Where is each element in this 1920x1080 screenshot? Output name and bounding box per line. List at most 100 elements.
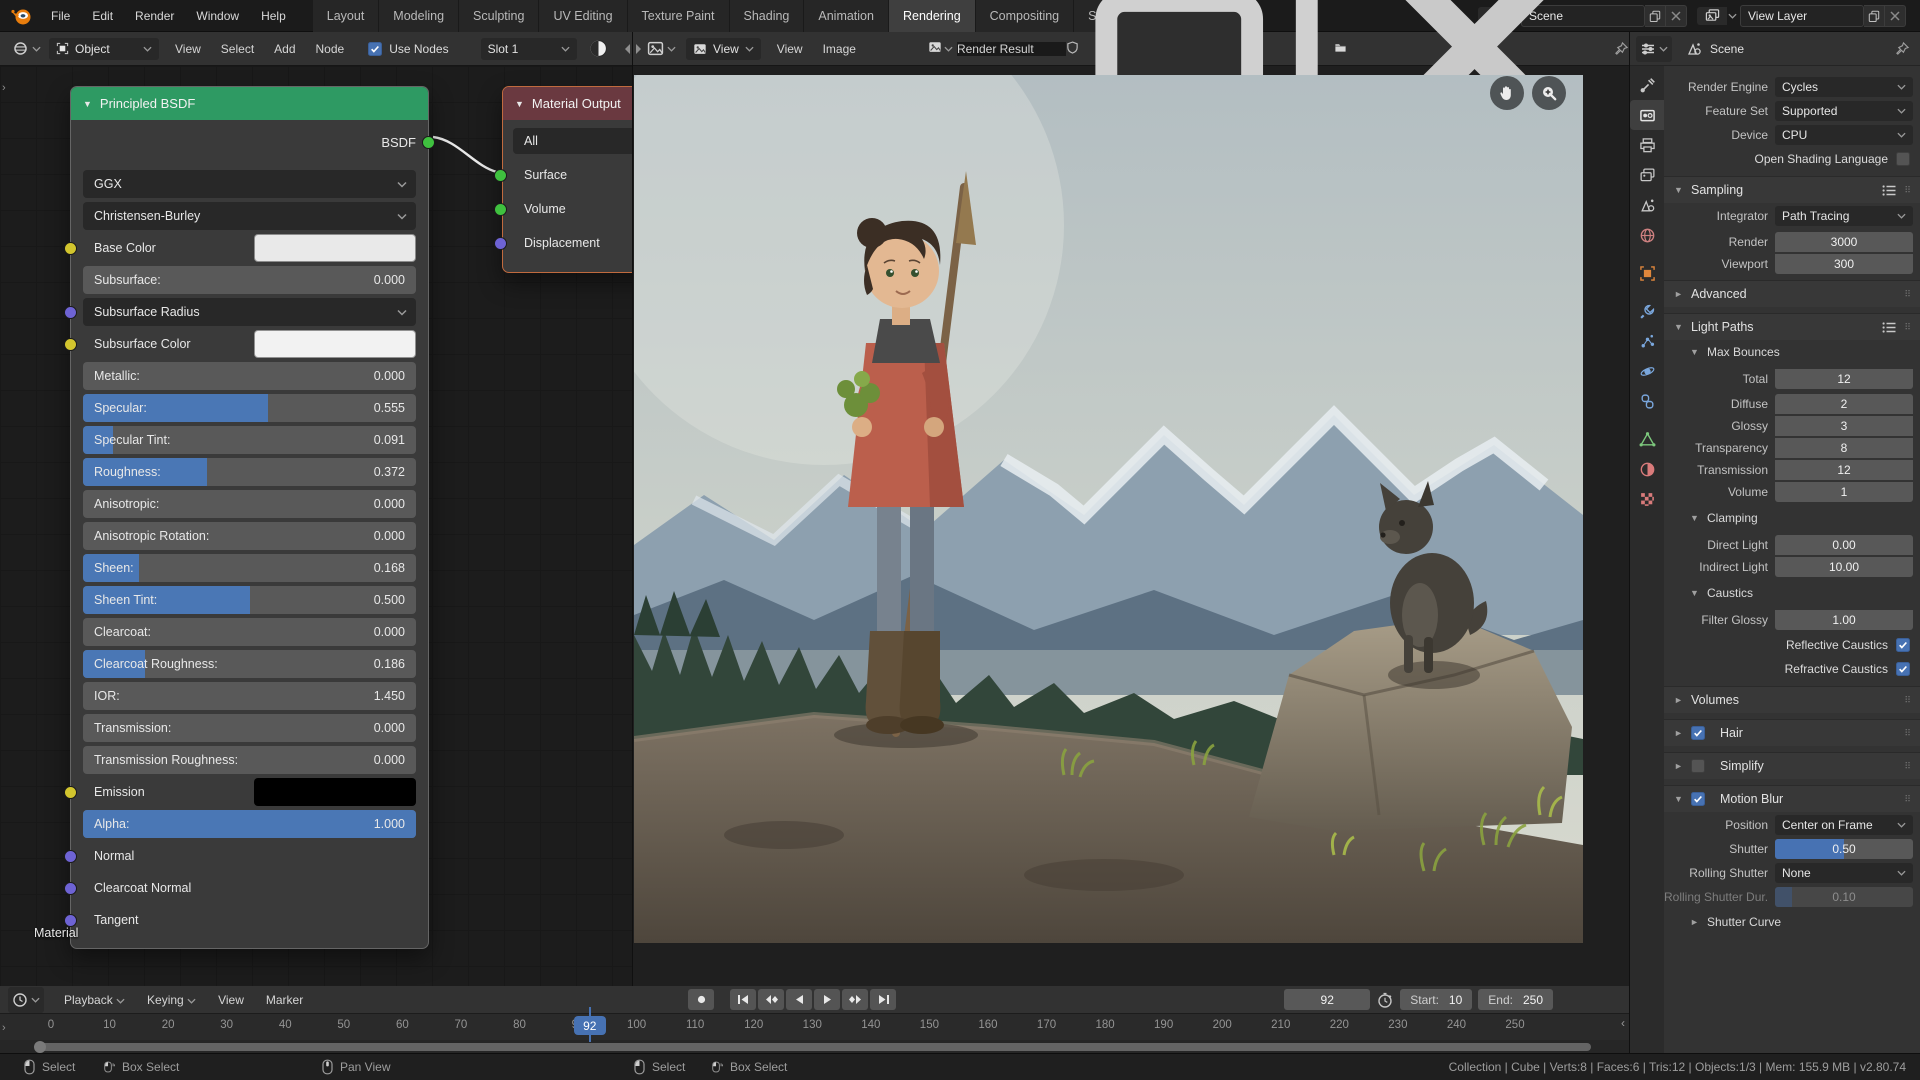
input-socket[interactable]: [64, 882, 77, 895]
properties-tab-material[interactable]: [1630, 454, 1664, 484]
properties-tab-object-data[interactable]: [1630, 424, 1664, 454]
properties-tab-modifiers[interactable]: [1630, 296, 1664, 326]
subpanel-caustics[interactable]: ▼Caustics: [1664, 581, 1920, 605]
node-input-anisotropic-rotation[interactable]: Anisotropic Rotation:0.000: [83, 522, 416, 550]
play-button[interactable]: [814, 989, 840, 1010]
prop-dropdown[interactable]: Path Tracing: [1775, 206, 1913, 226]
output-input-surface[interactable]: Surface: [513, 162, 632, 188]
drag-dots-icon[interactable]: ⠿: [1904, 761, 1912, 772]
node-input-normal[interactable]: Normal: [83, 842, 416, 870]
input-socket[interactable]: [64, 338, 77, 351]
topbar-menu-window[interactable]: Window: [187, 6, 248, 26]
panel-light-paths[interactable]: ▼Light Paths⠿: [1664, 313, 1920, 340]
auto-keying-clock-icon[interactable]: [1376, 991, 1394, 1009]
drag-dots-icon[interactable]: ⠿: [1904, 289, 1912, 300]
remove-view-layer-button[interactable]: [1885, 5, 1906, 27]
prop-checkbox[interactable]: [1896, 662, 1910, 676]
blender-logo-icon[interactable]: [10, 6, 34, 26]
subpanel-clamping[interactable]: ▼Clamping: [1664, 506, 1920, 530]
drag-dots-icon[interactable]: ⠿: [1904, 794, 1912, 805]
node-input-emission[interactable]: Emission: [83, 778, 416, 806]
view-layer-icon[interactable]: [1697, 7, 1727, 25]
properties-tab-view-layer[interactable]: [1630, 160, 1664, 190]
node-input-christensen-burley[interactable]: Christensen-Burley: [83, 202, 416, 230]
node-input-metallic[interactable]: Metallic:0.000: [83, 362, 416, 390]
triangle-down-icon[interactable]: ▼: [1674, 794, 1684, 804]
properties-tab-output[interactable]: [1630, 130, 1664, 160]
properties-tab-tool[interactable]: [1630, 70, 1664, 100]
triangle-right-icon[interactable]: ►: [1674, 289, 1684, 299]
panel-checkbox[interactable]: [1691, 759, 1705, 773]
area-split-widget[interactable]: [622, 42, 644, 56]
shader-menu-add[interactable]: Add: [264, 39, 305, 59]
drag-dots-icon[interactable]: ⠿: [1904, 728, 1912, 739]
node-canvas[interactable]: › ▼ Principled BSDF BSDFGGXChristensen-B…: [0, 66, 632, 986]
shader-menu-node[interactable]: Node: [306, 39, 355, 59]
properties-tab-world[interactable]: [1630, 220, 1664, 250]
use-nodes-checkbox[interactable]: [368, 42, 382, 56]
input-socket[interactable]: [64, 306, 77, 319]
node-input-transmission[interactable]: Transmission:0.000: [83, 714, 416, 742]
current-frame-indicator[interactable]: 92: [574, 1016, 606, 1035]
prop-number-field[interactable]: 12: [1775, 460, 1913, 480]
node-input-anisotropic[interactable]: Anisotropic:0.000: [83, 490, 416, 518]
panel-checkbox[interactable]: [1691, 792, 1705, 806]
prop-number-field[interactable]: 3: [1775, 416, 1913, 436]
color-swatch[interactable]: [254, 330, 416, 358]
next-keyframe-button[interactable]: [842, 989, 868, 1010]
image-browse-icon[interactable]: [928, 40, 942, 57]
color-swatch[interactable]: [254, 778, 416, 806]
prop-number-field[interactable]: 1.00: [1775, 610, 1913, 630]
output-input-displacement[interactable]: Displacement: [513, 230, 632, 256]
image-name-field[interactable]: Render Result: [957, 42, 1066, 56]
drag-dots-icon[interactable]: ⠿: [1904, 185, 1912, 196]
timeline-menu-keying[interactable]: Keying: [137, 990, 206, 1010]
properties-tab-texture[interactable]: [1630, 484, 1664, 514]
principled-node-header[interactable]: ▼ Principled BSDF: [71, 87, 428, 120]
topbar-menu-help[interactable]: Help: [252, 6, 295, 26]
node-input-tangent[interactable]: Tangent: [83, 906, 416, 934]
triangle-right-icon[interactable]: ►: [1674, 761, 1684, 771]
node-input-base-color[interactable]: Base Color: [83, 234, 416, 262]
new-view-layer-button[interactable]: [1864, 5, 1885, 27]
timeline-scrollbar[interactable]: [36, 1043, 1591, 1051]
node-input-clearcoat-roughness[interactable]: Clearcoat Roughness:0.186: [83, 650, 416, 678]
input-socket[interactable]: [64, 914, 77, 927]
panel-sampling[interactable]: ▼Sampling⠿: [1664, 176, 1920, 203]
preview-sphere-icon[interactable]: [589, 39, 608, 58]
subpanel-shutter-curve[interactable]: ►Shutter Curve: [1664, 910, 1920, 934]
image-menu-view[interactable]: View: [767, 39, 813, 59]
editor-type-button[interactable]: [1636, 36, 1672, 62]
node-input-ggx[interactable]: GGX: [83, 170, 416, 198]
jump-end-button[interactable]: [870, 989, 896, 1010]
zoom-view-button[interactable]: [1532, 76, 1566, 110]
workspace-tab-animation[interactable]: Animation: [804, 0, 889, 32]
triangle-down-icon[interactable]: ▼: [1674, 185, 1684, 195]
triangle-down-icon[interactable]: ▼: [1690, 513, 1700, 523]
current-frame-field[interactable]: 92: [1284, 989, 1370, 1010]
node-input-specular[interactable]: Specular:0.555: [83, 394, 416, 422]
prop-dropdown[interactable]: Center on Frame: [1775, 815, 1913, 835]
play-reverse-button[interactable]: [786, 989, 812, 1010]
prop-dropdown[interactable]: Cycles: [1775, 77, 1913, 97]
shader-menu-select[interactable]: Select: [211, 39, 264, 59]
editor-type-button[interactable]: [8, 987, 44, 1013]
image-menu-image[interactable]: Image: [813, 39, 866, 59]
unlink-scene-button[interactable]: [1666, 5, 1687, 27]
timeline-ruler[interactable]: › 01020304050607080901001101201301401501…: [0, 1014, 1629, 1040]
node-input-transmission-roughness[interactable]: Transmission Roughness:0.000: [83, 746, 416, 774]
node-input-subsurface-radius[interactable]: Subsurface Radius: [83, 298, 416, 326]
triangle-down-icon[interactable]: ▼: [1674, 322, 1684, 332]
node-input-sheen[interactable]: Sheen:0.168: [83, 554, 416, 582]
shader-menu-view[interactable]: View: [165, 39, 211, 59]
output-node-header[interactable]: ▼ Material Output: [503, 87, 632, 120]
bsdf-output-socket[interactable]: [422, 136, 435, 149]
input-socket[interactable]: [64, 242, 77, 255]
color-swatch[interactable]: [254, 234, 416, 262]
panel-advanced[interactable]: ►Advanced⠿: [1664, 280, 1920, 307]
input-socket[interactable]: [494, 169, 507, 182]
panel-simplify[interactable]: ►Simplify⠿: [1664, 752, 1920, 779]
input-socket[interactable]: [494, 237, 507, 250]
properties-tab-object[interactable]: [1630, 258, 1664, 288]
drag-dots-icon[interactable]: ⠿: [1904, 695, 1912, 706]
